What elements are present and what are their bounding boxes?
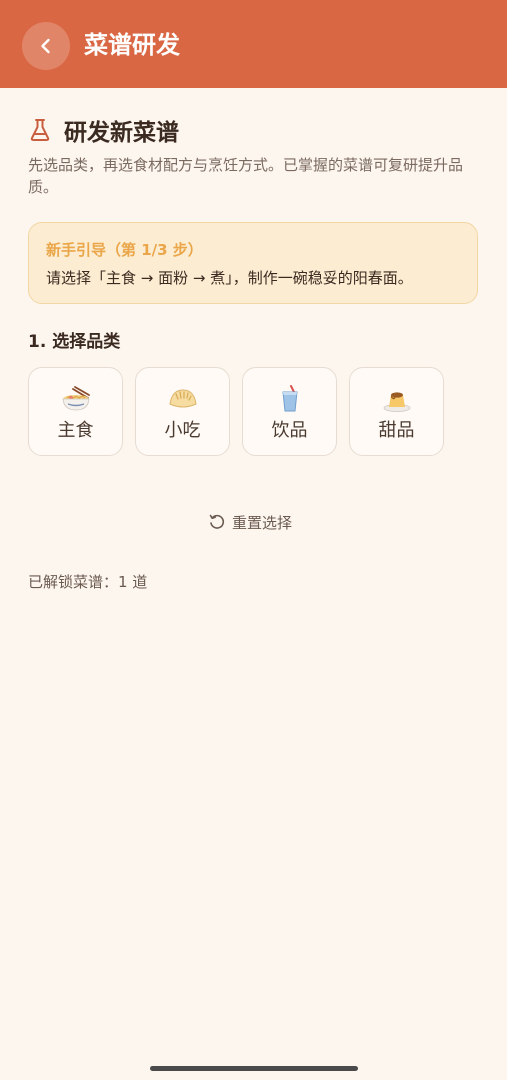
dumpling-icon <box>168 385 198 413</box>
category-section-title: 1. 选择品类 <box>28 332 121 352</box>
heading-title: 研发新菜谱 <box>64 120 179 146</box>
back-button[interactable] <box>22 22 70 70</box>
guide-title: 新手引导（第 1/3 步） <box>46 241 203 259</box>
drink-cup-icon <box>275 385 305 413</box>
category-option-drink[interactable]: 饮品 <box>242 367 337 456</box>
pudding-icon <box>382 385 412 413</box>
category-label: 主食 <box>57 420 94 441</box>
reset-selection-button[interactable]: 重置选择 <box>208 510 292 534</box>
reset-label: 重置选择 <box>232 513 293 532</box>
section-heading: 研发新菜谱 <box>28 112 480 148</box>
app-bar: 菜谱研发 <box>0 0 507 88</box>
main-content: 研发新菜谱 先选品类，再选食材配方与烹饪方式。已掌握的菜谱可复研提升品质。 新手… <box>28 112 480 456</box>
home-indicator[interactable] <box>150 1066 358 1071</box>
page-title: 菜谱研发 <box>84 31 180 59</box>
category-list: 主食 小吃 饮品 甜品 <box>28 367 480 456</box>
category-option-staple[interactable]: 主食 <box>28 367 123 456</box>
guide-text: 请选择「主食 → 面粉 → 煮」，制作一碗稳妥的阳春面。 <box>46 269 413 287</box>
category-label: 小吃 <box>164 420 201 441</box>
category-label: 甜品 <box>378 420 415 441</box>
flask-icon <box>28 117 52 143</box>
unlocked-recipe-count: 已解锁菜谱：1 道 <box>28 573 148 591</box>
category-option-snack[interactable]: 小吃 <box>135 367 230 456</box>
heading-description: 先选品类，再选食材配方与烹饪方式。已掌握的菜谱可复研提升品质。 <box>28 156 464 196</box>
tutorial-guide-card: 新手引导（第 1/3 步） 请选择「主食 → 面粉 → 煮」，制作一碗稳妥的阳春… <box>28 222 478 304</box>
category-option-dessert[interactable]: 甜品 <box>349 367 444 456</box>
reset-icon <box>209 514 225 529</box>
noodle-bowl-icon <box>61 385 91 413</box>
category-label: 饮品 <box>271 420 308 441</box>
chevron-left-icon <box>41 38 50 54</box>
